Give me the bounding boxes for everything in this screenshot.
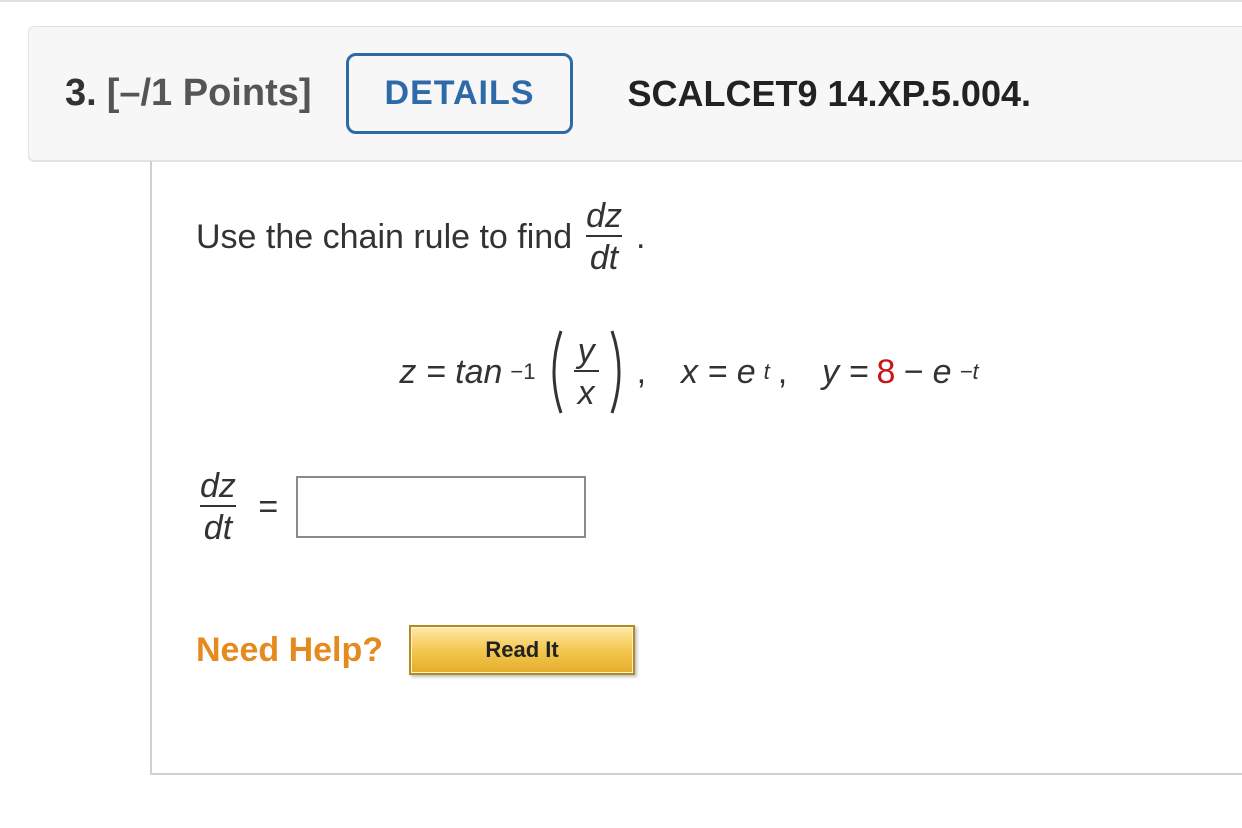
problem-reference: SCALCET9 14.XP.5.004. [627,73,1031,115]
eq-comma1: , [637,353,646,392]
y-equals: y = [822,353,868,392]
y-over-x-fraction: y x [574,334,599,410]
yx-num: y [574,334,599,370]
need-help-row: Need Help? Read It [196,625,1242,675]
eq-comma2: , [778,353,787,392]
x-equals-e: x = e [681,353,756,392]
answer-input[interactable] [296,476,586,538]
x-exp: t [764,359,770,385]
details-button[interactable]: DETAILS [346,53,574,134]
z-equals-tan: z = tan [399,353,502,392]
points-text: [–/1 Points] [107,72,312,115]
ans-frac-den: dt [200,505,236,545]
question-number: 3. [–/1 Points] [65,72,312,115]
need-help-label: Need Help? [196,631,383,670]
y-exp: −t [960,359,979,385]
frac-num: dz [582,199,626,235]
ans-frac-num: dz [196,469,240,505]
yx-den: x [574,370,599,410]
answer-row: dz dt = [196,469,1242,545]
read-it-button[interactable]: Read It [409,625,635,675]
right-paren-icon [607,329,629,415]
left-paren-icon [544,329,566,415]
equals-sign: = [258,488,278,527]
tan-exponent: −1 [510,359,535,385]
q-number-text: 3. [65,72,97,115]
instruction-text: Use the chain rule to find dz dt . [196,189,1242,275]
equation-line: z = tan −1 y x , x = e t , y = 8 − e −t [196,329,1182,415]
instruction-prefix: Use the chain rule to find [196,218,572,257]
frac-den: dt [586,235,622,275]
y-constant: 8 [876,353,895,392]
question-header: 3. [–/1 Points] DETAILS SCALCET9 14.XP.5… [28,26,1242,161]
y-minus-e: − e [903,353,951,392]
dz-dt-fraction: dz dt [582,199,626,275]
question-body: Use the chain rule to find dz dt . z = t… [150,161,1242,775]
answer-fraction: dz dt [196,469,240,545]
instruction-suffix: . [636,218,645,257]
